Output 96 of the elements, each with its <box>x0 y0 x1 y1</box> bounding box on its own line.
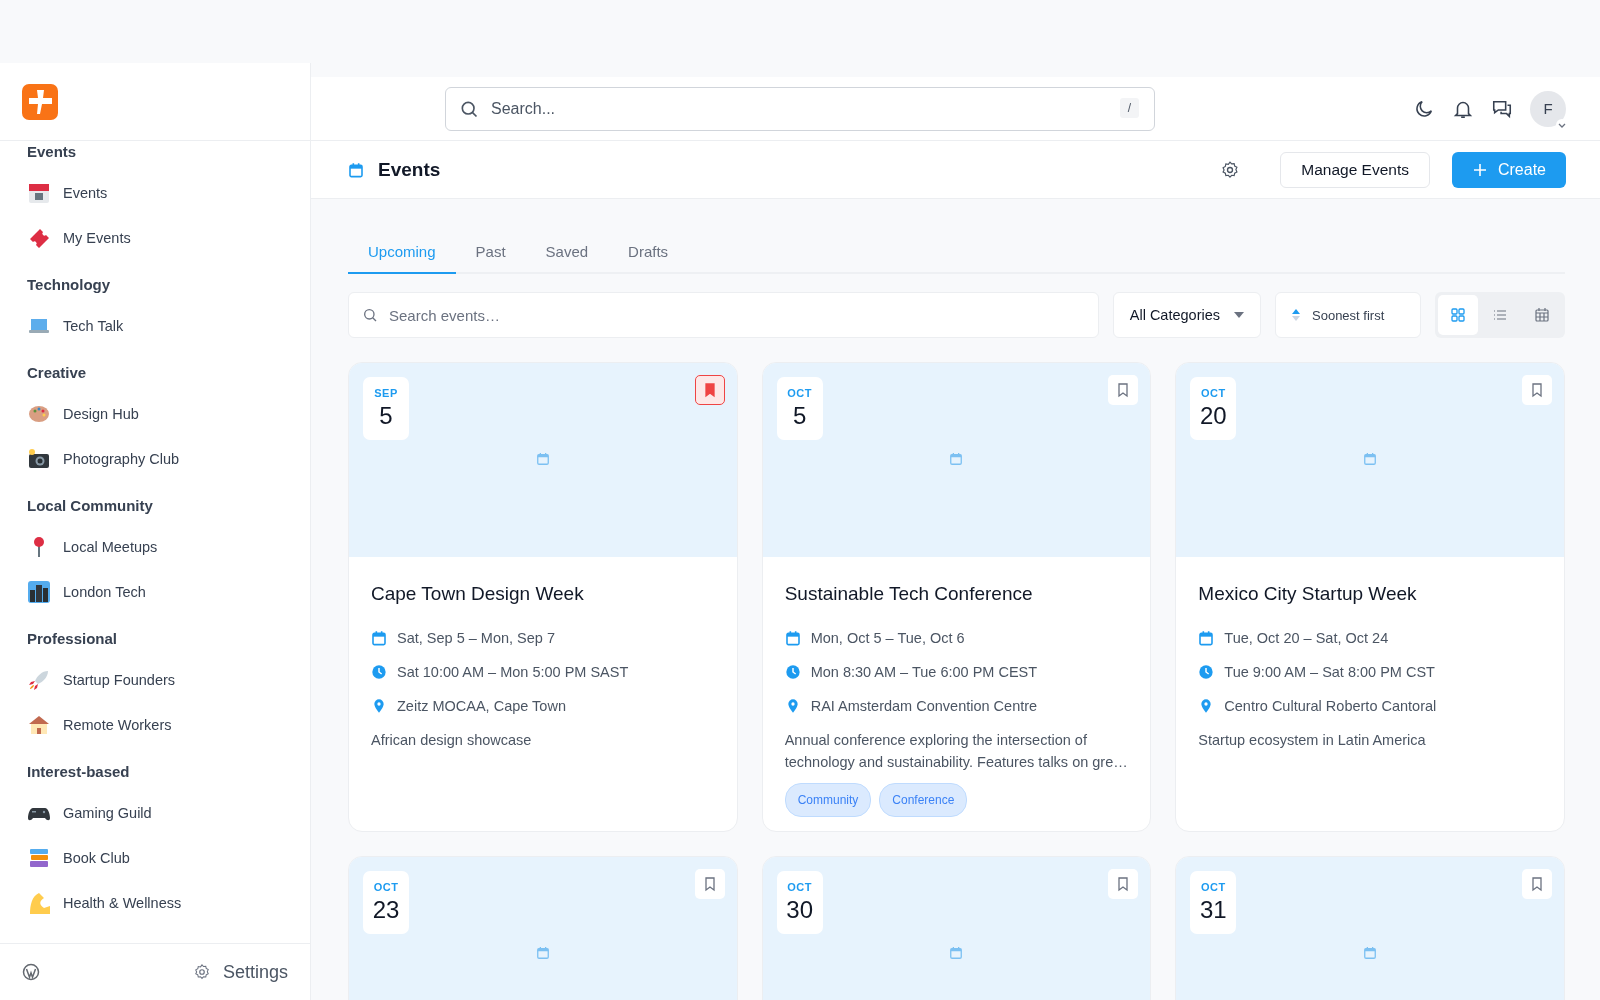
event-dates: Sat, Sep 5 – Mon, Sep 7 <box>397 630 555 646</box>
event-location: RAI Amsterdam Convention Centre <box>810 698 1038 714</box>
event-card[interactable]: OCT 31 <box>1175 856 1565 1000</box>
tab[interactable]: Saved <box>525 237 609 274</box>
event-day: 23 <box>372 896 400 924</box>
group-heading: Technology <box>27 275 112 295</box>
event-month: OCT <box>373 881 399 893</box>
bookmark-icon <box>1529 382 1545 398</box>
grid-icon <box>1450 307 1466 323</box>
clock-icon <box>784 664 801 680</box>
event-time: Sat 10:00 AM – Mon 5:00 PM SAST <box>397 664 629 680</box>
app-logo[interactable] <box>22 83 58 120</box>
calendar-icon <box>535 452 550 466</box>
wordpress-icon[interactable] <box>22 963 40 981</box>
event-description: Annual conference exploring the intersection of technology and sustainability. Features talks on gre… <box>784 731 1129 772</box>
city-icon <box>27 579 51 604</box>
caret-icon <box>1234 312 1244 318</box>
grid-view-button[interactable] <box>1438 295 1478 335</box>
plus-icon <box>1471 161 1488 178</box>
settings-icon <box>192 963 211 981</box>
event-day: 5 <box>379 402 393 430</box>
calendar-icon <box>784 630 801 646</box>
calendar-icon <box>949 452 964 466</box>
event-card[interactable]: OCT 23 <box>348 856 738 1000</box>
event-time: Mon 8:30 AM – Tue 6:00 PM CEST <box>810 664 1038 680</box>
calendar-icon <box>1363 452 1378 466</box>
event-card[interactable]: OCT 30 <box>761 856 1152 1000</box>
event-card[interactable]: OCT 20 Mexico City Startup Week Tue, Oct 20 – Sat, Oct 24 Tue 9:00 AM – Sat 8:00 PM CST Centro Cultural Roberto Cantoral Startup ecosystem in Latin America <box>1175 362 1565 832</box>
event-title: Cape Town Design Week <box>371 583 585 605</box>
group-heading: Professional <box>27 629 119 649</box>
list-icon <box>1492 307 1508 323</box>
tab[interactable]: Past <box>455 237 526 274</box>
calendar-icon <box>1534 307 1550 323</box>
event-month: SEP <box>374 387 398 399</box>
event-day: 30 <box>786 896 813 924</box>
location-pin-icon <box>371 698 387 714</box>
sidebar-item[interactable]: Book Club <box>27 835 310 880</box>
group-heading: Local Community <box>27 496 154 516</box>
page-title: Events <box>378 158 441 181</box>
event-title: Sustainable Tech Conference <box>784 583 1034 605</box>
calendar-icon <box>949 946 964 960</box>
group-heading: Events <box>27 142 78 162</box>
calendar-icon <box>371 630 387 646</box>
camera-icon <box>27 446 51 471</box>
sort-dropdown[interactable]: Soonest first <box>1275 292 1421 338</box>
event-location: Centro Cultural Roberto Cantoral <box>1224 698 1437 714</box>
sidebar-item[interactable]: Gaming Guild <box>27 790 310 835</box>
sidebar-item[interactable]: Remote Workers <box>27 702 310 747</box>
event-search-field[interactable]: Search events… <box>348 292 1099 338</box>
bookmark-button[interactable] <box>1522 869 1552 899</box>
event-month: OCT <box>787 881 812 893</box>
event-month: OCT <box>787 387 812 399</box>
group-heading: Creative <box>27 363 88 383</box>
event-description: African design showcase <box>371 731 533 750</box>
sidebar-item[interactable]: My Events <box>27 215 310 260</box>
sidebar-item[interactable]: Events <box>27 170 310 215</box>
bookmark-button[interactable] <box>694 375 725 405</box>
chevron-icon <box>1556 118 1568 131</box>
sidebar-item[interactable]: Health & Wellness <box>27 880 310 925</box>
event-day: 5 <box>792 402 807 430</box>
group-heading: Interest-based <box>27 762 131 782</box>
manage-events-button[interactable]: Manage Events <box>1280 151 1430 188</box>
sidebar-item[interactable]: London Tech <box>27 569 310 614</box>
sidebar-item[interactable]: Startup Founders <box>27 657 310 702</box>
event-month: OCT <box>1200 387 1226 399</box>
event-dates: Mon, Oct 5 – Tue, Oct 6 <box>810 630 965 646</box>
event-title: Mexico City Startup Week <box>1198 583 1418 605</box>
calendar-icon <box>1198 630 1215 646</box>
event-card[interactable] <box>761 362 1152 832</box>
clock-icon <box>1198 664 1215 680</box>
event-day: 20 <box>1199 402 1227 430</box>
clock-icon <box>371 664 387 680</box>
sort-icon <box>1292 309 1300 321</box>
bookmark-button[interactable] <box>1522 375 1552 405</box>
sidebar-item[interactable]: Design Hub <box>27 391 310 436</box>
calendar-icon <box>1363 946 1378 960</box>
sidebar-item[interactable]: Tech Talk <box>27 303 310 348</box>
event-dates: Tue, Oct 20 – Sat, Oct 24 <box>1224 630 1389 646</box>
bookmark-button[interactable] <box>1108 869 1139 899</box>
sidebar-item[interactable]: Local Meetups <box>27 524 310 569</box>
event-month: OCT <box>1200 881 1226 893</box>
event-card[interactable]: SEP 5 Cape Town Design Week Sat, Sep 5 – Mon, Sep 7 Sat 10:00 AM – Mon 5:00 PM SAST Zeitz MOCAA, Cape Town African design showcase <box>348 362 738 832</box>
sidebar-item[interactable]: Photography Club <box>27 436 310 481</box>
event-description: Startup ecosystem in Latin America <box>1198 731 1427 750</box>
bookmark-icon <box>1529 876 1545 892</box>
category-dropdown[interactable]: All Categories <box>1112 292 1261 338</box>
calendar-icon <box>535 946 550 960</box>
bookmark-button[interactable] <box>694 869 725 899</box>
search-icon <box>362 307 378 323</box>
tab[interactable]: Drafts <box>608 237 689 274</box>
event-location: Zeitz MOCAA, Cape Town <box>397 698 566 714</box>
event-day: 31 <box>1199 896 1227 924</box>
bookmark-button[interactable] <box>1108 375 1139 405</box>
event-time: Tue 9:00 AM – Sat 8:00 PM CST <box>1224 664 1435 680</box>
calendar-icon <box>348 161 364 178</box>
settings-link[interactable]: Settings <box>192 961 288 983</box>
